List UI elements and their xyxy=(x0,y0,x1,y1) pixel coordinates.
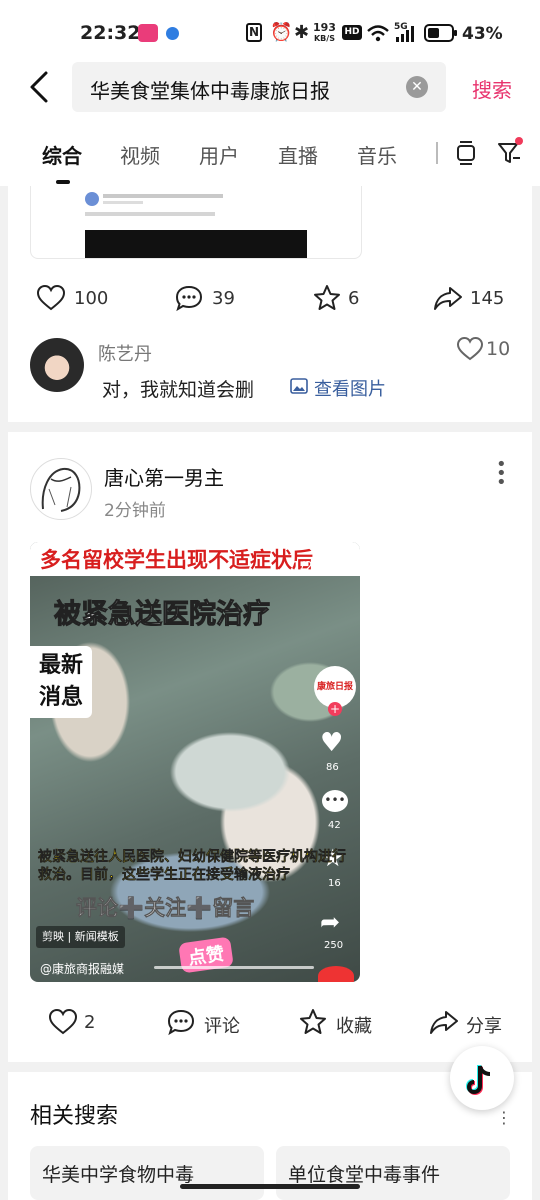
tab-overflow-fade xyxy=(436,142,446,164)
video-page-indicator: 1/2 xyxy=(292,560,313,575)
more-options-icon[interactable]: • • • xyxy=(496,456,507,492)
view-image-link[interactable]: 查看图片 xyxy=(314,375,386,401)
battery-icon xyxy=(424,24,457,42)
video-watermark: @康旅商报融媒 xyxy=(40,962,125,976)
video-progress-bar[interactable] xyxy=(154,966,314,969)
video-cta: 评论➕关注➕留言 xyxy=(76,896,255,921)
comment-icon[interactable] xyxy=(174,284,204,312)
related-item[interactable]: 单位食堂中毒事件 xyxy=(276,1146,510,1200)
tab-video[interactable]: 视频 xyxy=(120,140,160,169)
post-favorite-label[interactable]: 收藏 xyxy=(336,1012,372,1038)
follow-plus-icon[interactable]: + xyxy=(328,702,342,716)
status-time: 22:32 xyxy=(80,22,141,44)
wifi-icon xyxy=(367,25,389,42)
video-corner-badge xyxy=(318,966,354,982)
bluetooth-icon: ✱ xyxy=(294,22,310,43)
post-like-icon[interactable] xyxy=(48,1008,78,1036)
post-like-count: 2 xyxy=(84,1012,96,1033)
star-icon[interactable] xyxy=(312,284,342,312)
home-indicator[interactable] xyxy=(180,1184,360,1189)
comment-like-count: 10 xyxy=(486,338,511,360)
nfc-icon: N xyxy=(246,23,262,42)
app-notification-icon xyxy=(138,24,158,42)
copy-layout-icon[interactable] xyxy=(454,140,478,166)
tab-users[interactable]: 用户 xyxy=(199,140,239,169)
template-tag: 剪映 | 新闻模板 xyxy=(36,926,125,948)
post-image-thumbnail[interactable] xyxy=(30,186,362,259)
douyin-logo-icon xyxy=(465,1065,491,1096)
share-icon[interactable] xyxy=(432,284,464,312)
tab-music[interactable]: 音乐 xyxy=(357,140,397,169)
floating-app-button[interactable] xyxy=(450,1046,514,1110)
related-item[interactable]: 华美中学食物中毒 xyxy=(30,1146,264,1200)
video-share-count: 250 xyxy=(324,940,344,951)
battery-percent: 43% xyxy=(462,24,503,44)
post-comment-icon[interactable] xyxy=(166,1008,196,1036)
comment-text: 对，我就知道会删 xyxy=(102,379,255,401)
comment-heart-icon[interactable] xyxy=(456,336,484,362)
video-like-icon[interactable]: ♥ xyxy=(320,728,343,758)
active-tab-indicator xyxy=(56,180,70,184)
clear-icon[interactable]: ✕ xyxy=(406,76,428,98)
signal-icon xyxy=(396,26,414,42)
tab-general[interactable]: 综合 xyxy=(42,140,82,169)
search-button[interactable]: 搜索 xyxy=(472,74,512,103)
commenter-name[interactable]: 陈艺丹 xyxy=(98,340,152,366)
post-time: 2分钟前 xyxy=(104,501,166,521)
hd-icon: HD xyxy=(342,25,362,40)
image-icon xyxy=(290,378,308,394)
share-count: 145 xyxy=(470,288,505,309)
post-favorite-icon[interactable] xyxy=(298,1008,328,1036)
news-badge: 最新 消息 xyxy=(30,646,92,718)
post-share-label[interactable]: 分享 xyxy=(466,1012,502,1038)
back-arrow-icon[interactable] xyxy=(26,70,54,104)
search-query-text[interactable]: 华美食堂集体中毒康旅日报 xyxy=(90,75,330,104)
heart-icon[interactable] xyxy=(36,284,66,312)
comment-count: 39 xyxy=(212,288,235,309)
related-more-icon[interactable]: ⋮ xyxy=(496,1108,512,1127)
net-speed: 193 KB/S xyxy=(313,21,336,43)
video-share-icon[interactable]: ➦ xyxy=(320,908,340,936)
filter-icon[interactable] xyxy=(496,136,526,166)
video-headline: 被紧急送医院治疗 xyxy=(54,599,271,631)
author-avatar[interactable] xyxy=(30,458,92,520)
favorite-count: 6 xyxy=(348,288,360,309)
like-count: 100 xyxy=(74,288,109,309)
related-title: 相关搜索 xyxy=(30,1104,119,1129)
post-video[interactable]: 多名留校学生出现不适症状后 1/2 被紧急送医院治疗 最新 消息 康旅日报 + … xyxy=(30,542,360,982)
commenter-avatar[interactable] xyxy=(30,338,84,392)
post-comment-label[interactable]: 评论 xyxy=(204,1012,240,1038)
video-caption: 被紧急送往人民医院、妇幼保健院等医疗机构进行救治。目前，这些学生正在接受输液治疗 xyxy=(38,849,346,883)
author-name[interactable]: 唐心第一男主 xyxy=(104,462,224,491)
tab-live[interactable]: 直播 xyxy=(278,140,318,169)
video-comment-count: 42 xyxy=(328,820,341,831)
post-share-icon[interactable] xyxy=(428,1008,460,1036)
video-like-count: 86 xyxy=(326,762,339,773)
app-notification-icon-2 xyxy=(166,27,179,40)
video-comment-icon[interactable]: ••• xyxy=(322,790,348,812)
video-banner-text: 多名留校学生出现不适症状后 xyxy=(40,548,313,572)
alarm-icon: ⏰ xyxy=(270,22,293,43)
